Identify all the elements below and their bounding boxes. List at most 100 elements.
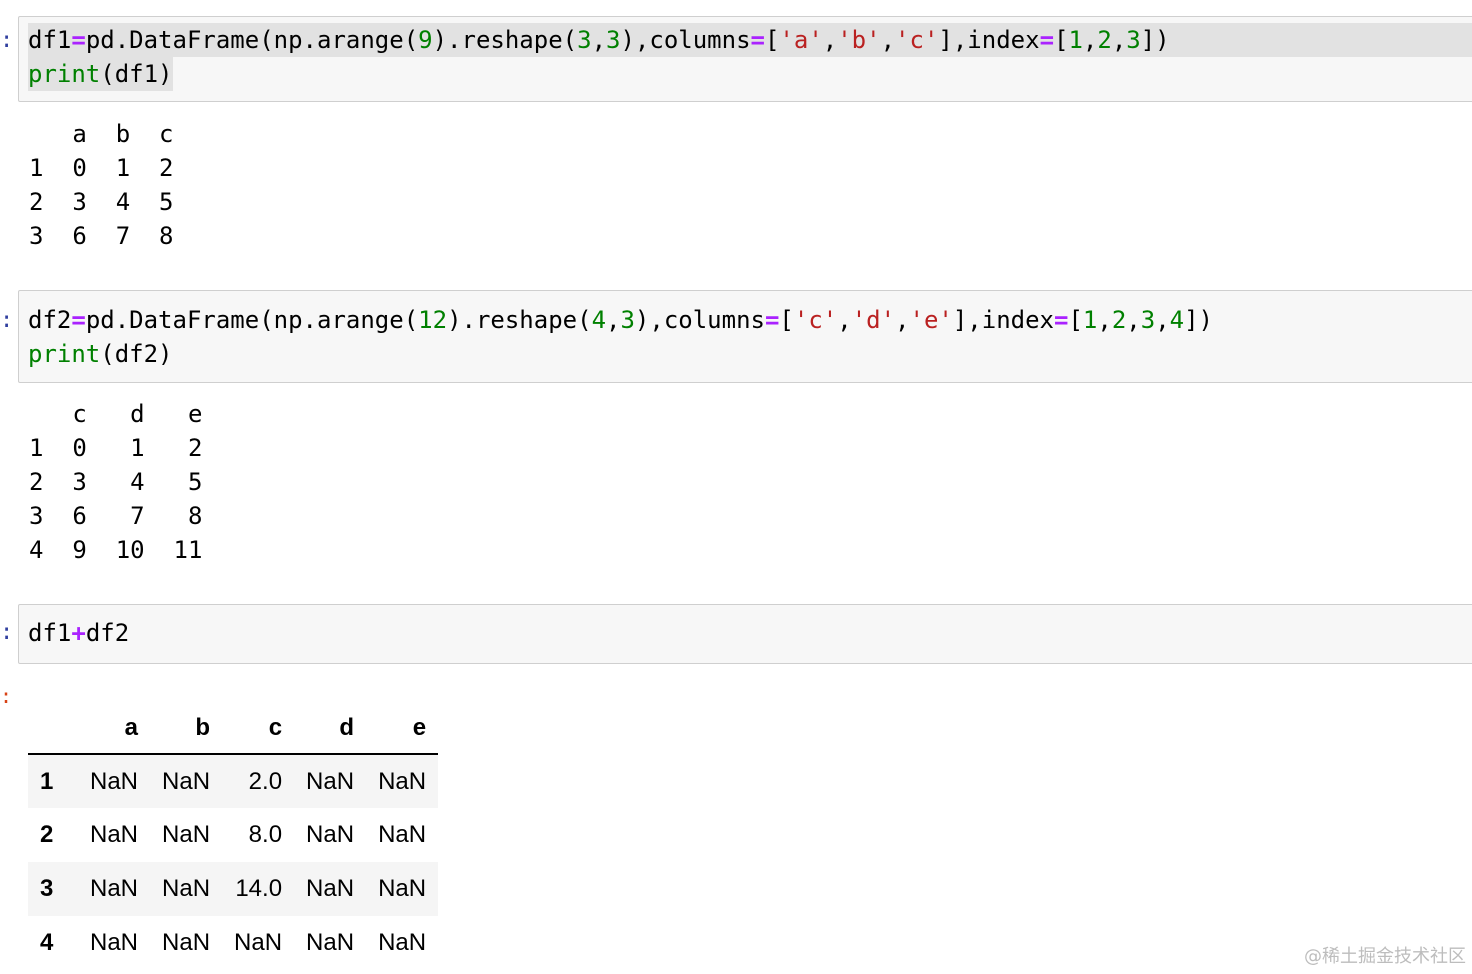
column-header: a bbox=[78, 702, 151, 755]
code-token: ),columns bbox=[620, 26, 751, 54]
table-cell: NaN bbox=[90, 929, 139, 956]
output-line: 2 3 4 5 bbox=[29, 468, 203, 496]
code-cell-3[interactable]: df1+df2 bbox=[18, 604, 1472, 664]
table-cell: NaN bbox=[234, 929, 283, 956]
output-line: 2 3 4 5 bbox=[29, 188, 174, 216]
code-line: print(df2) bbox=[28, 337, 173, 371]
column-header: b bbox=[150, 702, 223, 755]
output-line: 1 0 1 2 bbox=[29, 154, 174, 182]
row-index: 1 bbox=[40, 767, 54, 795]
cell-2-prompt: : bbox=[0, 308, 14, 333]
code-line: df2=pd.DataFrame(np.arange(12).reshape(4… bbox=[28, 303, 1213, 337]
output-prompt: : bbox=[0, 684, 13, 708]
output-line: 3 6 7 8 bbox=[29, 502, 203, 530]
code-token: ]) bbox=[1184, 306, 1213, 334]
code-token: 12 bbox=[418, 306, 448, 334]
code-token: (df1) bbox=[100, 60, 173, 88]
table-cell: NaN bbox=[162, 821, 211, 848]
code-token: 2 bbox=[1097, 26, 1112, 54]
code-token: , bbox=[1126, 306, 1141, 334]
code-token: [ bbox=[779, 306, 794, 334]
code-token: 3 bbox=[606, 26, 621, 54]
code-token: , bbox=[1111, 26, 1127, 54]
code-token: , bbox=[895, 306, 910, 334]
code-token: = bbox=[1054, 306, 1069, 334]
output-line: a b c bbox=[29, 120, 174, 148]
index-header bbox=[28, 702, 78, 755]
table-cell: NaN bbox=[378, 767, 427, 795]
code-token: [ bbox=[1054, 26, 1069, 54]
code-token: (df2) bbox=[100, 340, 173, 368]
table-row: 1 NaN NaN 2.0 NaN NaN bbox=[28, 754, 439, 808]
code-token: 3 bbox=[577, 26, 592, 54]
column-header: c bbox=[222, 702, 295, 755]
table-row: 2 NaN NaN 8.0 NaN NaN bbox=[28, 808, 438, 862]
code-token: = bbox=[764, 306, 780, 334]
code-token: = bbox=[71, 306, 86, 334]
code-token: 'a' bbox=[779, 26, 823, 54]
code-token: = bbox=[750, 26, 765, 54]
column-header: e bbox=[366, 702, 439, 755]
code-token: 'e' bbox=[909, 306, 953, 334]
code-token: print bbox=[28, 60, 101, 88]
code-token: 2 bbox=[1111, 306, 1127, 334]
code-token: , bbox=[1097, 306, 1112, 334]
code-token: pd.DataFrame(np.arange( bbox=[85, 306, 419, 334]
table-row: 3 NaN NaN 14.0 NaN NaN bbox=[28, 862, 439, 916]
code-token: , bbox=[606, 306, 621, 334]
table-cell: NaN bbox=[306, 821, 355, 848]
table-cell: NaN bbox=[306, 929, 355, 956]
code-token: [ bbox=[764, 26, 780, 54]
cell-1-prompt: : bbox=[0, 28, 14, 53]
table-cell: NaN bbox=[90, 767, 139, 795]
code-cell-1[interactable]: df1=pd.DataFrame(np.arange(9).reshape(3,… bbox=[18, 16, 1472, 102]
code-token: , bbox=[822, 26, 838, 54]
code-token: = bbox=[71, 26, 86, 54]
table-cell: 14.0 bbox=[235, 875, 283, 902]
code-token: , bbox=[880, 26, 896, 54]
table-cell: NaN bbox=[162, 875, 211, 902]
code-cell-2[interactable]: df2=pd.DataFrame(np.arange(12).reshape(4… bbox=[18, 290, 1472, 383]
result-dataframe: abcde 1 NaN NaN 2.0 NaN NaN 2 NaN NaN 8.0 NaN NaN 3 N… bbox=[28, 702, 439, 970]
row-index: 4 bbox=[40, 929, 54, 956]
table-cell: NaN bbox=[378, 929, 427, 956]
code-token: [ bbox=[1068, 306, 1083, 334]
output-line: c d e bbox=[29, 400, 203, 428]
table-row: 4 NaN NaN NaN NaN NaN bbox=[28, 916, 438, 970]
table-cell: NaN bbox=[90, 875, 139, 902]
code-token: 4 bbox=[591, 306, 607, 334]
column-header: d bbox=[294, 702, 367, 755]
code-token: 1 bbox=[1068, 26, 1083, 54]
code-line: df1=pd.DataFrame(np.arange(9).reshape(3,… bbox=[28, 23, 1472, 57]
table-cell: NaN bbox=[378, 821, 427, 848]
code-token: ).reshape( bbox=[432, 26, 578, 54]
code-line: print(df1) bbox=[28, 57, 173, 91]
cell-3-prompt: : bbox=[0, 620, 14, 645]
code-line: df1+df2 bbox=[28, 616, 129, 650]
table-header-row: abcde bbox=[28, 702, 439, 755]
code-token: ]) bbox=[1140, 26, 1170, 54]
code-token: pd.DataFrame(np.arange( bbox=[85, 26, 419, 54]
table-cell: 2.0 bbox=[248, 767, 283, 795]
code-token: , bbox=[591, 26, 607, 54]
watermark: @稀土掘金技术社区 bbox=[1304, 946, 1466, 967]
code-token: , bbox=[837, 306, 852, 334]
code-token: 4 bbox=[1169, 306, 1185, 334]
output-df1: a b c 1 0 1 2 2 3 4 5 3 6 7 8 bbox=[29, 117, 174, 253]
code-token: ).reshape( bbox=[447, 306, 592, 334]
table-cell: NaN bbox=[306, 767, 355, 795]
code-token: , bbox=[1155, 306, 1170, 334]
code-token: + bbox=[71, 619, 86, 647]
code-token: 'c' bbox=[895, 26, 939, 54]
code-token: = bbox=[1039, 26, 1055, 54]
code-token: 'b' bbox=[837, 26, 881, 54]
code-token: 'c' bbox=[793, 306, 838, 334]
code-token: ],index bbox=[938, 26, 1040, 54]
code-token: ],index bbox=[952, 306, 1055, 334]
table-cell: NaN bbox=[90, 821, 139, 848]
code-token: print bbox=[28, 340, 101, 368]
code-token: 1 bbox=[1082, 306, 1098, 334]
code-token: df2 bbox=[85, 619, 130, 647]
code-token: 3 bbox=[1140, 306, 1156, 334]
code-token: 'd' bbox=[851, 306, 896, 334]
